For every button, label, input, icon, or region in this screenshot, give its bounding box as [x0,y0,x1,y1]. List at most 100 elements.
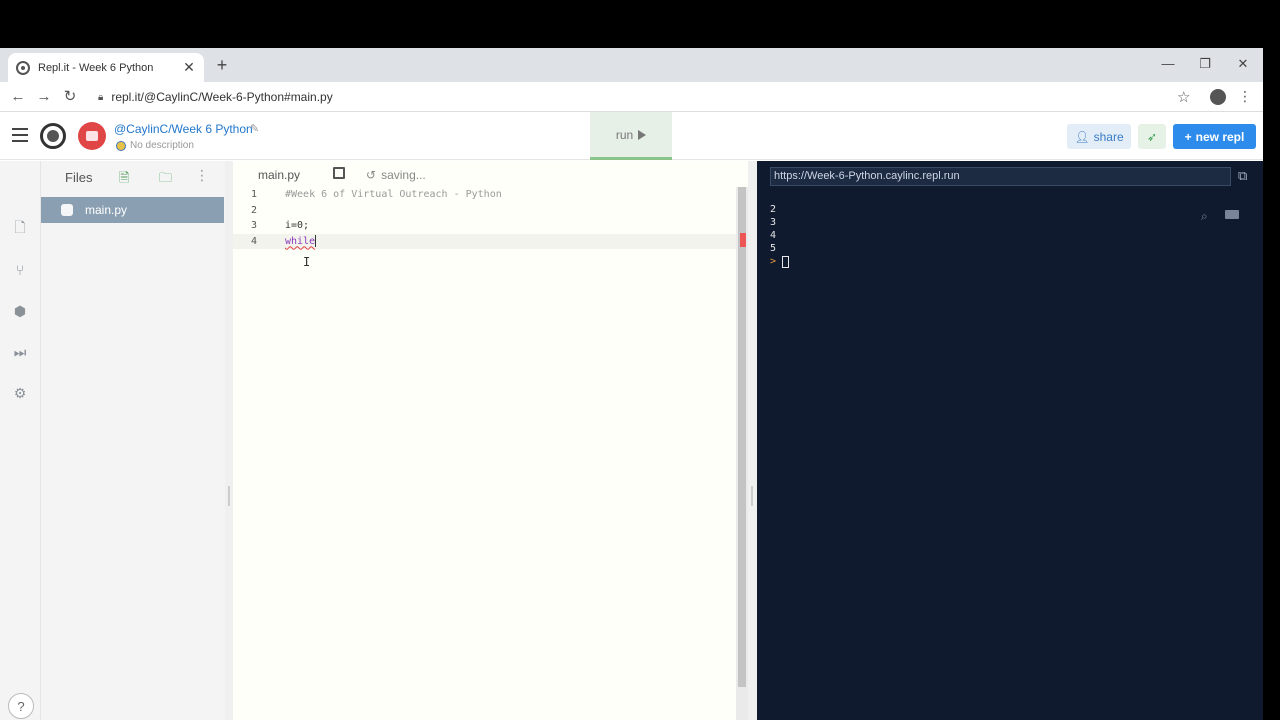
text-cursor [315,235,317,248]
avatar[interactable] [78,122,106,150]
line-text: i=0; [285,220,310,232]
close-window-icon[interactable]: ✕ [1233,56,1253,72]
open-external-icon[interactable]: ⧉ [1238,168,1247,184]
lock-icon: 🔒︎ [98,91,104,103]
reload-icon[interactable]: ↻ [60,87,80,107]
run-button[interactable]: run [590,112,672,160]
back-icon[interactable]: ← [8,87,28,107]
browser-tab[interactable]: Repl.it - Week 6 Python ✕ [8,53,204,82]
format-icon[interactable] [333,167,345,179]
add-file-icon[interactable]: 🗎 [119,169,129,191]
screen: Repl.it - Week 6 Python ✕ + — ❐ ✕ ← → ↻ … [0,0,1280,720]
help-button[interactable]: ? [8,693,34,719]
clear-console-icon[interactable] [1225,210,1239,219]
settings-gear-icon[interactable]: ⚙ [11,384,29,402]
tab-bar: Repl.it - Week 6 Python ✕ + — ❐ ✕ [0,48,1263,82]
screen-edge [1263,48,1280,720]
bookmark-star-icon[interactable]: ☆ [1177,88,1190,106]
panel-resizer[interactable] [225,161,233,720]
web-url-field[interactable]: https://Week-6-Python.caylinc.repl.run [770,167,1231,186]
replit-favicon-icon [16,60,30,75]
files-icon[interactable]: 🗋︎ [11,219,29,238]
editor-scrollbar[interactable] [736,187,748,720]
console-prompt[interactable]: > [770,255,790,268]
files-title: Files [65,170,93,185]
line-text: #Week 6 of Virtual Outreach - Python [285,189,502,201]
hamburger-menu-icon[interactable] [12,128,28,142]
minimize-icon[interactable]: — [1158,56,1178,71]
console-output: 2 3 4 5 > [770,203,790,268]
line-number: 3 [250,220,257,232]
save-status: ↺ saving... [366,168,426,182]
add-folder-icon[interactable]: 🗀 [159,169,172,191]
python-icon [116,140,126,151]
console-cursor [782,255,790,268]
close-tab-icon[interactable]: ✕ [182,59,196,76]
more-options-icon[interactable]: ⋮ [195,167,209,184]
line-number: 4 [250,235,257,247]
owner-link[interactable]: @CaylinC [114,122,168,136]
history-icon: ↺ [366,168,377,182]
search-icon[interactable]: ⌕ [1201,209,1208,224]
share-label: share [1093,129,1124,144]
repl-name[interactable]: Week 6 Python [172,122,253,136]
debugger-icon[interactable]: ⏭ [11,343,29,361]
url-field[interactable]: 🔒︎ repl.it/@CaylinC/Week-6-Python#main.p… [90,85,1208,109]
new-repl-label: new repl [1195,129,1245,144]
editor-tab-main-py[interactable]: main.py [258,168,300,182]
edit-pencil-icon[interactable]: ✎ [250,122,259,135]
panel-resizer-2[interactable] [748,161,757,720]
output-line: 4 [770,230,777,241]
code-line-active: 4 while [233,233,738,249]
resizer-grip-2 [751,486,753,506]
restore-icon[interactable]: ❐ [1195,56,1215,72]
output-line: 2 [770,204,777,215]
deploy-button[interactable]: ➶ [1138,124,1166,149]
share-button[interactable]: 👤︎ share [1067,124,1131,149]
sidebar-rail: 🗋︎ ⑂ ⬢ ⏭ ⚙ [0,161,41,720]
resizer-grip [228,486,230,506]
mouse-ibeam-cursor: I [303,255,311,269]
code-line: 2 [233,203,738,219]
prompt-chevron: > [770,256,777,267]
code-line: 3 i=0; [233,218,738,234]
line-text: while [285,236,316,248]
browser-menu-icon[interactable]: ⋮ [1238,88,1252,105]
save-status-text: saving... [381,168,426,182]
browser-window: Repl.it - Week 6 Python ✕ + — ❐ ✕ ← → ↻ … [0,48,1263,720]
new-repl-button[interactable]: + new repl [1173,124,1256,149]
forward-icon[interactable]: → [34,87,54,107]
files-panel: Files 🗎 🗀 ⋮ main.py [41,161,225,720]
version-control-icon[interactable]: ⑂ [11,261,29,279]
profile-icon[interactable] [1210,89,1226,105]
error-marker [740,233,746,247]
new-tab-icon[interactable]: + [213,56,231,74]
file-item-main-py[interactable]: main.py [41,197,224,223]
python-file-icon [61,204,73,216]
console-panel[interactable]: https://Week-6-Python.caylinc.repl.run ⧉… [757,161,1263,720]
rocket-icon: ➶ [1146,129,1158,144]
repl-header: @CaylinC/Week 6 Python ✎ No description … [0,112,1263,160]
play-icon [638,129,647,140]
file-name: main.py [85,203,128,217]
code-line: 1 #Week 6 of Virtual Outreach - Python [233,187,738,203]
code-editor[interactable]: main.py ↺ saving... 1 #Week 6 of Virtual… [233,161,748,720]
tab-title: Repl.it - Week 6 Python [38,61,154,74]
repl-description: No description [116,140,194,151]
add-user-icon: 👤︎ [1074,129,1090,144]
output-line: 5 [770,243,777,254]
line-text-wrap: while [265,235,317,248]
repl-title: @CaylinC/Week 6 Python [114,122,253,136]
url-text: repl.it/@CaylinC/Week-6-Python#main.py [111,90,333,104]
scroll-thumb[interactable] [738,187,746,687]
line-number: 1 [250,189,257,201]
description-text: No description [130,140,194,151]
replit-logo-icon[interactable] [40,123,66,149]
output-line: 3 [770,217,777,228]
address-bar: ← → ↻ 🔒︎ repl.it/@CaylinC/Week-6-Python#… [0,82,1263,112]
plus-icon: + [1184,129,1192,144]
run-label: run [615,127,634,142]
help-label: ? [17,698,25,714]
packages-icon[interactable]: ⬢ [11,302,29,320]
code-lines[interactable]: 1 #Week 6 of Virtual Outreach - Python 2… [233,187,738,249]
